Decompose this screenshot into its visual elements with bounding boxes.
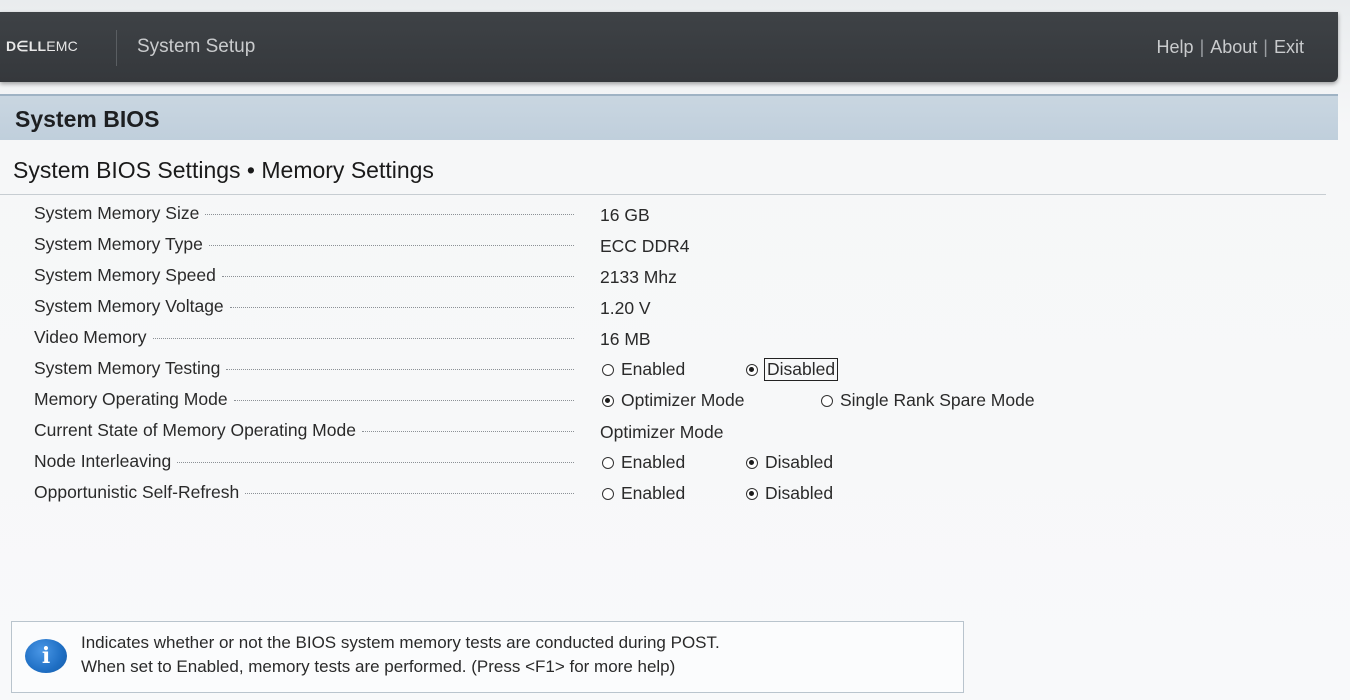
radio-circle-selected: [746, 363, 758, 376]
radio-circle-selected: [746, 487, 758, 500]
setting-label: Current State of Memory Operating Mode: [34, 420, 356, 440]
app-title: System Setup: [137, 36, 256, 57]
section-title: System BIOS: [15, 106, 160, 132]
setting-label: System Memory Voltage: [34, 296, 224, 316]
self-refresh-disabled-radio[interactable]: Disabled: [746, 483, 833, 504]
setting-value: 1.20 V: [600, 298, 651, 318]
setting-label: Video Memory: [34, 327, 147, 347]
setting-label: Opportunistic Self-Refresh: [34, 482, 240, 502]
radio-circle: [602, 363, 614, 376]
setting-label: System Memory Size: [34, 203, 200, 223]
setting-row-current-operating-mode: Current State of Memory Operating Mode O…: [34, 417, 1134, 448]
radio-circle: [602, 456, 614, 469]
help-line-2: When set to Enabled, memory tests are pe…: [81, 657, 676, 676]
dotted-leader: [229, 307, 574, 308]
radio-circle-selected: [746, 456, 758, 469]
setting-row-memory-type: System Memory Type ECC DDR4: [34, 231, 1134, 262]
self-refresh-enabled-radio[interactable]: Enabled: [602, 483, 685, 504]
radio-label-focused: Disabled: [763, 358, 839, 381]
setting-value: 16 MB: [600, 329, 651, 349]
info-icon: i: [25, 639, 67, 673]
node-interleaving-enabled-radio[interactable]: Enabled: [602, 452, 685, 473]
memory-testing-enabled-radio[interactable]: Enabled: [602, 359, 685, 380]
dotted-leader: [177, 462, 574, 463]
header-divider: [116, 30, 117, 66]
setting-label: System Memory Type: [34, 234, 203, 254]
dotted-leader: [208, 245, 574, 246]
radio-label: Enabled: [621, 483, 686, 503]
help-link[interactable]: Help: [1157, 37, 1194, 57]
radio-circle: [821, 394, 833, 407]
help-line-1: Indicates whether or not the BIOS system…: [81, 633, 720, 652]
help-box: i Indicates whether or not the BIOS syst…: [11, 621, 964, 693]
setting-label: System Memory Speed: [34, 265, 216, 285]
link-separator: |: [1199, 37, 1205, 57]
setting-value: Optimizer Mode: [600, 422, 724, 442]
help-text: Indicates whether or not the BIOS system…: [81, 631, 720, 679]
radio-label: Enabled: [621, 452, 686, 472]
setting-row-self-refresh: Opportunistic Self-Refresh Enabled Disab…: [34, 479, 1134, 510]
dotted-leader: [205, 214, 574, 215]
dotted-leader: [221, 276, 574, 277]
setting-row-memory-size: System Memory Size 16 GB: [34, 200, 1134, 231]
setting-label: Node Interleaving: [34, 451, 172, 471]
bios-page: D∈LLEMC System Setup Help | About | Exit Sys…: [0, 0, 1350, 700]
exit-link[interactable]: Exit: [1274, 37, 1304, 57]
node-interleaving-disabled-radio[interactable]: Disabled: [746, 452, 833, 473]
divider-line: [0, 194, 1326, 195]
setting-value: 2133 Mhz: [600, 267, 677, 287]
setting-row-memory-speed: System Memory Speed 2133 Mhz: [34, 262, 1134, 293]
setting-value: ECC DDR4: [600, 236, 690, 256]
memory-testing-disabled-radio[interactable]: Disabled: [746, 358, 839, 381]
setting-row-video-memory: Video Memory 16 MB: [34, 324, 1134, 355]
radio-label: Disabled: [765, 483, 834, 503]
optimizer-mode-radio[interactable]: Optimizer Mode: [602, 390, 745, 411]
header-links: Help | About | Exit: [1157, 37, 1304, 58]
section-header: System BIOS: [0, 94, 1338, 140]
top-header-bar: D∈LLEMC System Setup Help | About | Exit: [0, 12, 1338, 82]
radio-circle-selected: [602, 394, 614, 407]
dell-emc-logo: D∈LLEMC: [6, 38, 78, 55]
brand-dell-text: D∈LL: [6, 38, 47, 54]
dotted-leader: [152, 338, 574, 339]
setting-row-operating-mode: Memory Operating Mode Optimizer Mode Sin…: [34, 386, 1134, 417]
page-breadcrumb: System BIOS Settings • Memory Settings: [13, 157, 434, 183]
radio-label: Optimizer Mode: [621, 390, 745, 410]
setting-row-memory-testing: System Memory Testing Enabled Disabled: [34, 355, 1134, 386]
radio-label: Single Rank Spare Mode: [840, 390, 1035, 410]
single-rank-spare-mode-radio[interactable]: Single Rank Spare Mode: [821, 390, 1035, 411]
setting-label: System Memory Testing: [34, 358, 221, 378]
setting-row-memory-voltage: System Memory Voltage 1.20 V: [34, 293, 1134, 324]
about-link[interactable]: About: [1210, 37, 1257, 57]
dotted-leader: [361, 431, 574, 432]
radio-label: Disabled: [765, 452, 834, 472]
link-separator: |: [1263, 37, 1268, 57]
radio-circle: [602, 487, 614, 500]
setting-row-node-interleaving: Node Interleaving Enabled Disabled: [34, 448, 1134, 479]
setting-value: 16 GB: [600, 205, 650, 225]
dotted-leader: [245, 493, 574, 494]
brand-emc-text: EMC: [46, 38, 78, 54]
setting-label: Memory Operating Mode: [34, 389, 228, 409]
dotted-leader: [226, 369, 574, 370]
dotted-leader: [233, 400, 574, 401]
settings-list: System Memory Size 16 GB System Memory T…: [34, 200, 1134, 510]
radio-label: Enabled: [621, 359, 686, 379]
